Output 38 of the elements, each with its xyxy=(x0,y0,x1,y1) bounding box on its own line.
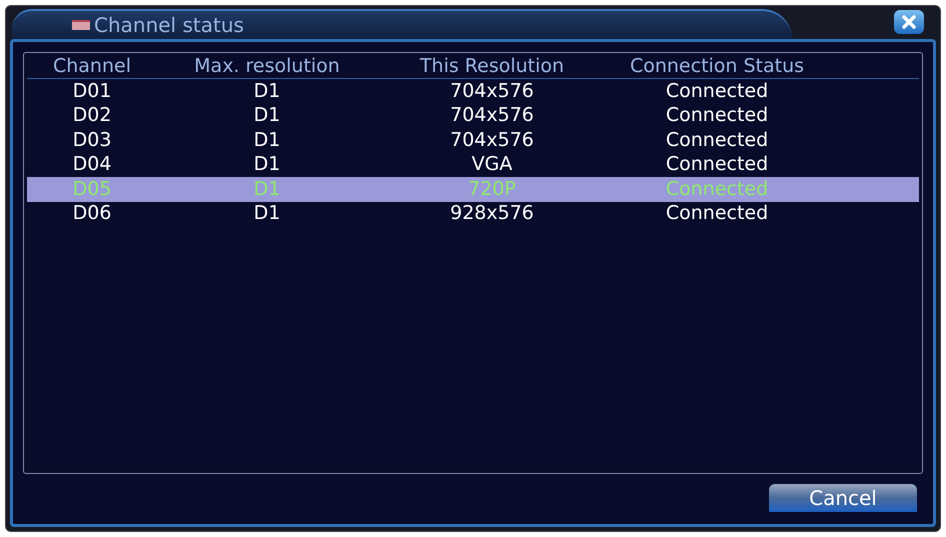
table-cell-text: 704x576 xyxy=(449,106,535,126)
close-button[interactable] xyxy=(894,10,924,34)
table-row[interactable]: D06 D1 928x576 Connected xyxy=(27,202,919,226)
table-cell-text: D03 xyxy=(72,130,112,150)
table-row[interactable]: D03 D1 704x576 Connected xyxy=(27,128,919,152)
table-cell-text: D06 xyxy=(72,204,112,224)
window-icon xyxy=(72,20,90,30)
table-cell-text: 704x576 xyxy=(449,130,535,150)
column-header: Channel xyxy=(52,57,132,76)
table-cell-text: Connected xyxy=(664,155,770,174)
table-cell-text: D01 xyxy=(72,82,112,101)
table-cell-text: D1 xyxy=(252,155,282,174)
cancel-button[interactable]: Cancel xyxy=(769,484,917,512)
table-cell-text: Connected xyxy=(664,130,770,150)
table-cell-text: Connected xyxy=(664,180,770,199)
table-cell-text: Connected xyxy=(664,82,770,101)
table-cell-text: 704x576 xyxy=(449,82,535,101)
table-cell-text: 928x576 xyxy=(449,204,535,224)
table-cell-text: 720P xyxy=(467,180,517,199)
table-cell-text: D1 xyxy=(252,82,282,101)
table-cell-text: Connected xyxy=(664,106,770,126)
table-cell-text: D02 xyxy=(72,106,112,126)
table-cell-text: D1 xyxy=(252,180,282,199)
table-row[interactable]: D02 D1 704x576 Connected xyxy=(27,104,919,128)
table-row[interactable]: D04 D1 VGA Connected xyxy=(27,152,919,177)
table-cell-text: D1 xyxy=(252,130,282,150)
table-cell-text: Connected xyxy=(664,204,770,224)
table-cell-text: D1 xyxy=(252,204,282,224)
column-header: Max. resolution xyxy=(193,57,341,76)
column-header: This Resolution xyxy=(418,57,566,76)
close-icon xyxy=(902,15,916,29)
table-cell-text: D1 xyxy=(252,106,282,126)
table-cell-text: D05 xyxy=(72,180,112,199)
table-cell-text: D04 xyxy=(72,155,112,174)
column-header: Connection Status xyxy=(628,57,806,76)
table-cell-text: VGA xyxy=(470,155,514,174)
window-title: Channel status xyxy=(94,12,244,39)
table-row[interactable]: D01 D1 704x576 Connected xyxy=(27,79,919,104)
